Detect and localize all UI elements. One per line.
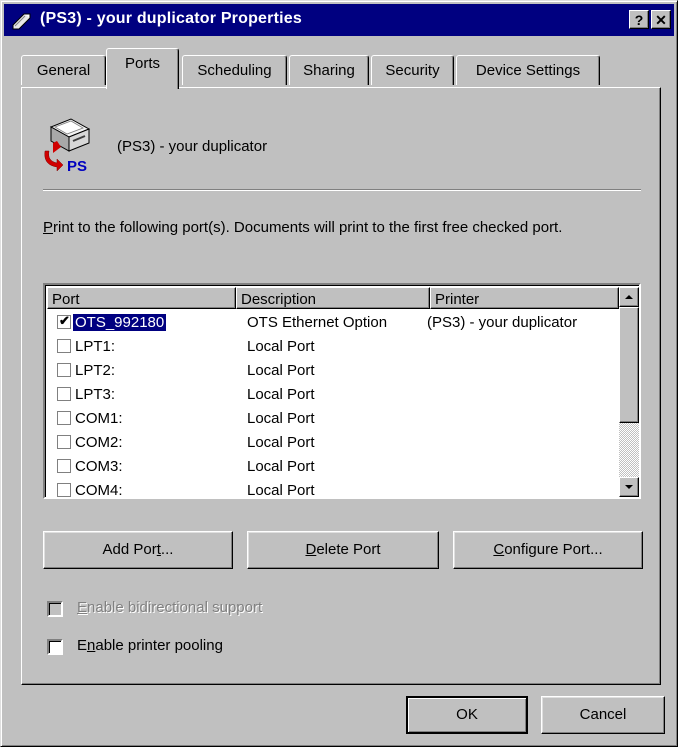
tab-device-settings[interactable]: Device Settings	[456, 55, 600, 85]
checkmark-icon: ✔	[59, 313, 70, 328]
tab-sharing[interactable]: Sharing	[289, 55, 369, 85]
port-list[interactable]: Port Description Printer ✔ OTS_992180 OTS …	[43, 283, 641, 499]
port-name: LPT2:	[75, 362, 115, 379]
delete-port-mnemonic: D	[305, 541, 317, 558]
instructions-mnemonic: P	[43, 219, 54, 236]
port-description: OTS Ethernet Option	[247, 314, 388, 331]
separator	[43, 189, 641, 191]
port-printer: (PS3) - your duplicator	[427, 314, 578, 331]
port-name-text: OTS_992180	[71, 313, 168, 332]
tab-security-label: Security	[385, 62, 440, 79]
column-header-port[interactable]: Port	[47, 287, 236, 309]
port-name: COM1:	[75, 410, 123, 427]
configure-port-label: onfigure Port...	[504, 541, 603, 558]
port-row[interactable]: COM1: Local Port	[47, 407, 619, 430]
pooling-label-a: E	[77, 637, 88, 654]
port-checkbox[interactable]	[57, 435, 71, 449]
tab-ports[interactable]: Ports	[106, 48, 179, 89]
instructions-body: rint to the following port(s). Documents…	[53, 219, 563, 236]
port-checkbox[interactable]: ✔	[57, 313, 71, 329]
port-description: Local Port	[247, 482, 315, 499]
pooling-checkbox[interactable]	[47, 639, 63, 655]
window-title: (PS3) - your duplicator Properties	[40, 10, 302, 27]
printer-icon: PS	[44, 118, 91, 175]
add-port-button[interactable]: Add Port...	[43, 531, 233, 569]
port-checkbox[interactable]	[57, 339, 71, 353]
tab-sharing-label: Sharing	[303, 62, 355, 79]
bidirectional-checkbox	[47, 601, 63, 617]
port-description: Local Port	[247, 362, 315, 379]
bidirectional-mnemonic: E	[77, 599, 88, 616]
properties-dialog: (PS3) - your duplicator Properties ? ✕ G…	[0, 0, 678, 747]
port-name-text: LPT2:	[75, 362, 116, 379]
tab-ports-label: Ports	[124, 55, 160, 72]
port-name-text: COM1:	[75, 410, 123, 427]
title-bar[interactable]: (PS3) - your duplicator Properties ? ✕	[4, 4, 674, 36]
tab-device-settings-label: Device Settings	[475, 62, 581, 79]
port-name: COM4:	[75, 482, 123, 499]
port-name: LPT3:	[75, 386, 115, 403]
port-name-text: LPT1:	[75, 338, 116, 355]
port-name-text: COM4:	[75, 482, 123, 499]
add-port-label-b: ...	[160, 541, 174, 558]
port-checkbox[interactable]	[57, 411, 71, 425]
bidirectional-label: Enable bidirectional support	[77, 599, 262, 616]
port-name: COM2:	[75, 434, 123, 451]
port-row[interactable]: LPT1: Local Port	[47, 335, 619, 358]
column-header-description[interactable]: Description	[236, 287, 430, 309]
port-name-text: COM2:	[75, 434, 123, 451]
configure-port-button[interactable]: Configure Port...	[453, 531, 643, 569]
ps-badge: PS	[67, 158, 87, 175]
port-description: Local Port	[247, 458, 315, 475]
pooling-label[interactable]: Enable printer pooling	[77, 637, 223, 654]
scroll-up-button[interactable]	[619, 287, 639, 307]
port-row[interactable]: LPT3: Local Port	[47, 383, 619, 406]
port-description: Local Port	[247, 386, 315, 403]
port-name: OTS_992180	[71, 313, 168, 332]
port-row[interactable]: COM3: Local Port	[47, 455, 619, 478]
printer-title-icon	[12, 13, 31, 30]
port-row[interactable]: COM4: Local Port	[47, 479, 619, 499]
scroll-thumb[interactable]	[619, 307, 639, 423]
ok-button[interactable]: OK	[406, 696, 528, 734]
port-checkbox[interactable]	[57, 459, 71, 473]
port-checkbox[interactable]	[57, 387, 71, 401]
port-list-scrollbar[interactable]	[619, 287, 639, 497]
port-row[interactable]: COM2: Local Port	[47, 431, 619, 454]
help-button[interactable]: ?	[629, 10, 649, 29]
delete-port-label: elete Port	[316, 541, 381, 558]
port-description: Local Port	[247, 434, 315, 451]
tab-general[interactable]: General	[21, 55, 106, 85]
port-name: COM3:	[75, 458, 123, 475]
port-name-text: COM3:	[75, 458, 123, 475]
port-checkbox[interactable]	[57, 483, 71, 497]
scroll-down-button[interactable]	[619, 477, 639, 497]
tab-scheduling-label: Scheduling	[197, 62, 272, 79]
instructions-text: Print to the following port(s). Document…	[43, 218, 603, 237]
port-description: Local Port	[247, 410, 315, 427]
add-port-label-a: Add Por	[102, 541, 157, 558]
cancel-button[interactable]: Cancel	[541, 696, 665, 734]
port-row[interactable]: LPT2: Local Port	[47, 359, 619, 382]
arrow-down-icon	[625, 485, 633, 489]
delete-port-button[interactable]: Delete Port	[247, 531, 439, 569]
printer-name: (PS3) - your duplicator	[117, 138, 268, 155]
tab-security[interactable]: Security	[371, 55, 454, 85]
port-name: LPT1:	[75, 338, 115, 355]
close-button[interactable]: ✕	[651, 10, 671, 29]
bidirectional-label-rest: nable bidirectional support	[87, 599, 263, 616]
arrow-up-icon	[625, 295, 633, 299]
port-row[interactable]: ✔ OTS_992180 OTS Ethernet Option (PS3) - yo…	[47, 311, 619, 334]
pooling-label-rest: able printer pooling	[95, 637, 223, 654]
tab-general-label: General	[36, 62, 91, 79]
tab-scheduling[interactable]: Scheduling	[182, 55, 287, 85]
port-name-text: LPT3:	[75, 386, 116, 403]
port-checkbox[interactable]	[57, 363, 71, 377]
configure-port-mnemonic: C	[493, 541, 505, 558]
column-header-printer[interactable]: Printer	[430, 287, 619, 309]
port-description: Local Port	[247, 338, 315, 355]
